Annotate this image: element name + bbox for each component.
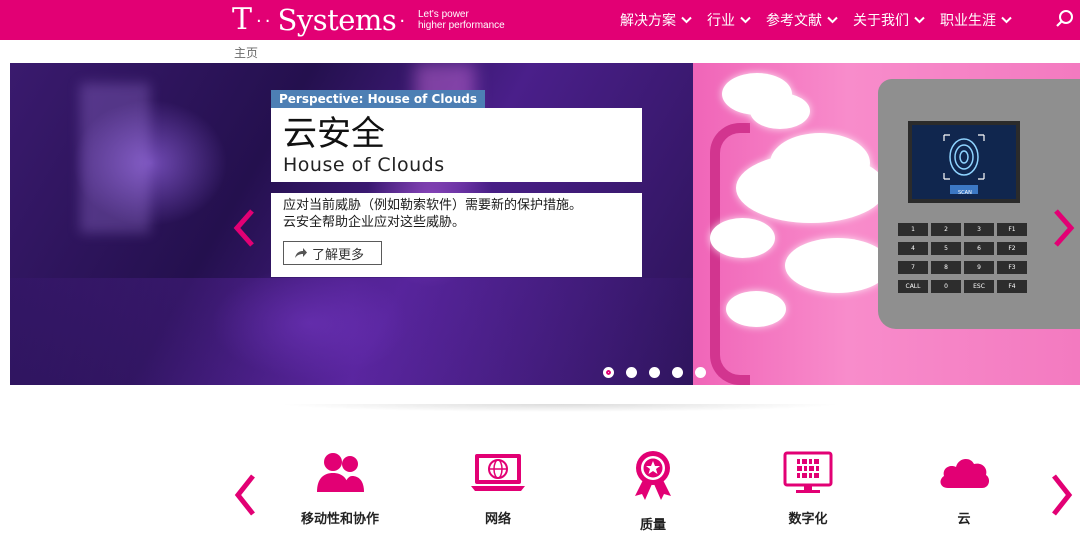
nav-item-careers[interactable]: 职业生涯 [940,10,1012,30]
main-nav: 解决方案 行业 参考文献 关于我们 职业生涯 [620,0,1027,40]
logo-wordmark: Systems [277,2,397,37]
learn-more-label: 了解更多 [312,247,365,263]
tagline-line-1: Let's power [418,9,469,20]
search-icon[interactable] [1055,9,1075,29]
chevron-right-icon [1052,474,1073,516]
category-mobility-collaboration[interactable]: 移动性和协作 [270,450,410,527]
fingerprint-icon [912,125,1016,199]
keypad-key: F3 [997,261,1027,274]
nav-item-references[interactable]: 参考文献 [766,10,838,30]
cloud-image [750,93,810,129]
category-cloud[interactable]: 云 [894,450,1034,527]
hero-next-arrow[interactable] [1052,208,1076,248]
nav-item-label: 解决方案 [620,13,676,29]
nav-item-label: 行业 [707,13,735,29]
breadcrumb-home[interactable]: 主页 [234,46,258,60]
chevron-left-icon [233,209,254,247]
tagline-line-2: higher performance [418,20,505,31]
t-systems-logo[interactable]: T ·· Systems · [232,0,405,40]
nav-item-solutions[interactable]: 解决方案 [620,10,692,30]
screen-label: SCAN [958,190,972,196]
category-network[interactable]: 网络 [428,450,568,527]
logo-dots: ·· [256,10,274,32]
keypad-key: ESC [964,280,994,293]
keypad-key: F2 [997,242,1027,255]
category-label: 网络 [484,512,511,527]
carousel-dot-1[interactable] [603,367,614,378]
category-icons: 移动性和协作 网络 质量 数字化 云 [270,450,1020,550]
carousel-dot-5[interactable] [695,367,706,378]
categories-next-arrow[interactable] [1050,473,1074,517]
keypad-key: 6 [964,242,994,255]
chevron-right-icon [1054,209,1075,247]
categories-prev-arrow[interactable] [233,473,257,517]
keypad-key: 4 [898,242,928,255]
nav-item-industries[interactable]: 行业 [707,10,751,30]
tagline: Let's power higher performance [418,9,505,31]
chevron-down-icon [1001,16,1012,24]
category-quality[interactable]: 质量 [583,450,723,533]
hero-description-line-1: 应对当前威胁（例如勒索软件）需要新的保护措施。 [283,198,583,213]
binary-monitor-icon [783,451,833,493]
category-digitalization[interactable]: 数字化 [738,450,878,527]
keypad-key: F1 [997,223,1027,236]
network-globe-icon [471,454,525,491]
keypad-key: 9 [964,261,994,274]
section-divider-shadow [210,404,910,424]
nav-item-about-us[interactable]: 关于我们 [853,10,925,30]
hero-prev-arrow[interactable] [232,208,256,248]
carousel-dots [603,367,718,378]
cloud-image [770,133,870,193]
cloud-icon [940,458,990,488]
logo-t: T [232,2,253,37]
keypad-key: 8 [931,261,961,274]
hero-light-bar [10,278,695,385]
keypad-key: CALL [898,280,928,293]
keypad-key: 2 [931,223,961,236]
cloud-image [785,238,890,293]
share-arrow-icon [295,248,307,258]
keypad-key: 5 [931,242,961,255]
breadcrumb[interactable]: 主页 [234,44,258,61]
users-icon [317,453,364,492]
hero-title: 云安全 [283,114,385,154]
top-header: T ·· Systems · Let's power higher perfor… [0,0,1080,40]
chevron-down-icon [827,16,838,24]
chevron-left-icon [234,474,255,516]
carousel-dot-4[interactable] [672,367,683,378]
hero-subtitle: House of Clouds [283,154,445,176]
keypad-key: 3 [964,223,994,236]
nav-item-label: 关于我们 [853,13,909,29]
keypad: 1 2 3 F1 4 5 6 F2 7 8 9 F3 CALL 0 ESC F4 [898,223,1027,293]
learn-more-button[interactable]: 了解更多 [283,241,382,265]
hero-light-glow [80,83,150,233]
chevron-down-icon [740,16,751,24]
hero-title-box: 云安全 House of Clouds [271,108,642,182]
logo-end-dot: · [399,10,406,32]
hero-description-line-2: 云安全帮助企业应对这些威胁。 [283,215,466,230]
chevron-down-icon [914,16,925,24]
carousel-dot-3[interactable] [649,367,660,378]
category-label: 移动性和协作 [300,512,379,527]
hero-tag: Perspective: House of Clouds [271,90,485,108]
category-label: 云 [957,512,971,527]
carousel-dot-2[interactable] [626,367,637,378]
keypad-key: 1 [898,223,928,236]
keypad-key: 0 [931,280,961,293]
nav-item-label: 参考文献 [766,13,822,29]
chevron-down-icon [681,16,692,24]
cloud-image [710,218,775,258]
quality-badge-icon [635,451,671,500]
nav-item-label: 职业生涯 [940,13,996,29]
cloud-image [726,291,786,327]
category-label: 数字化 [788,512,828,527]
keypad-key: F4 [997,280,1027,293]
category-label: 质量 [639,518,666,533]
keypad-key: 7 [898,261,928,274]
